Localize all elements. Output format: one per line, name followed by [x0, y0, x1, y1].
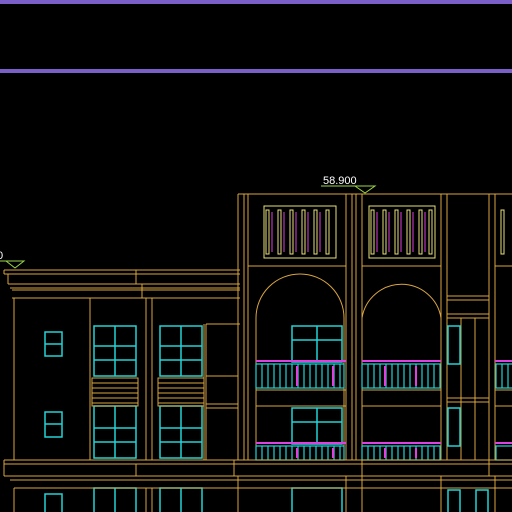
mid-separator-band	[0, 69, 512, 73]
balcony-handrails	[256, 360, 512, 458]
left-wing	[3, 269, 240, 460]
tall-block-frame	[237, 193, 512, 460]
left-level-marker: 0	[0, 250, 26, 269]
left-wing-windows	[44, 325, 203, 512]
upper-shutter-fins	[263, 205, 505, 259]
shutter-panels	[91, 377, 205, 407]
tall-block-glazing	[291, 325, 489, 512]
left-level-label: 0	[0, 250, 3, 262]
upper-shutter-ticks	[271, 212, 426, 252]
roof-level-marker: 58.900	[321, 175, 377, 194]
roof-level-label: 58.900	[323, 175, 357, 187]
building-elevation-drawing: 58.900 0	[0, 0, 512, 512]
base-cornice	[3, 459, 512, 512]
top-separator-band	[0, 0, 512, 4]
cad-viewport[interactable]: 58.900 0	[0, 0, 512, 512]
